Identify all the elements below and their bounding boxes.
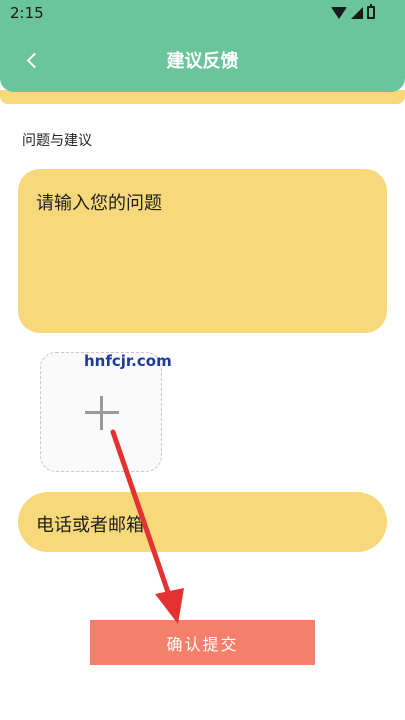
battery-icon [367, 4, 375, 19]
arrow-head [155, 588, 184, 624]
submit-button[interactable]: 确认提交 [90, 620, 315, 665]
appbar-backdrop [0, 90, 405, 104]
contact-input[interactable]: 电话或者邮箱 [18, 492, 387, 552]
contact-placeholder: 电话或者邮箱 [36, 515, 144, 536]
app-bar: 建议反馈 [0, 28, 405, 92]
plus-icon-vertical [100, 396, 103, 430]
question-input[interactable]: 请输入您的问题 [18, 169, 387, 333]
status-time: 2:15 [10, 4, 44, 22]
submit-label: 确认提交 [166, 634, 239, 654]
status-icons [331, 4, 375, 19]
wifi-icon [331, 6, 347, 19]
section-label: 问题与建议 [22, 133, 92, 149]
question-placeholder: 请输入您的问题 [36, 193, 162, 214]
page-title: 建议反馈 [166, 51, 239, 72]
add-image-button[interactable] [40, 352, 162, 472]
watermark-text: hnfcjr.com [84, 352, 172, 370]
status-bar: 2:15 [0, 0, 405, 28]
signal-icon [351, 6, 363, 19]
